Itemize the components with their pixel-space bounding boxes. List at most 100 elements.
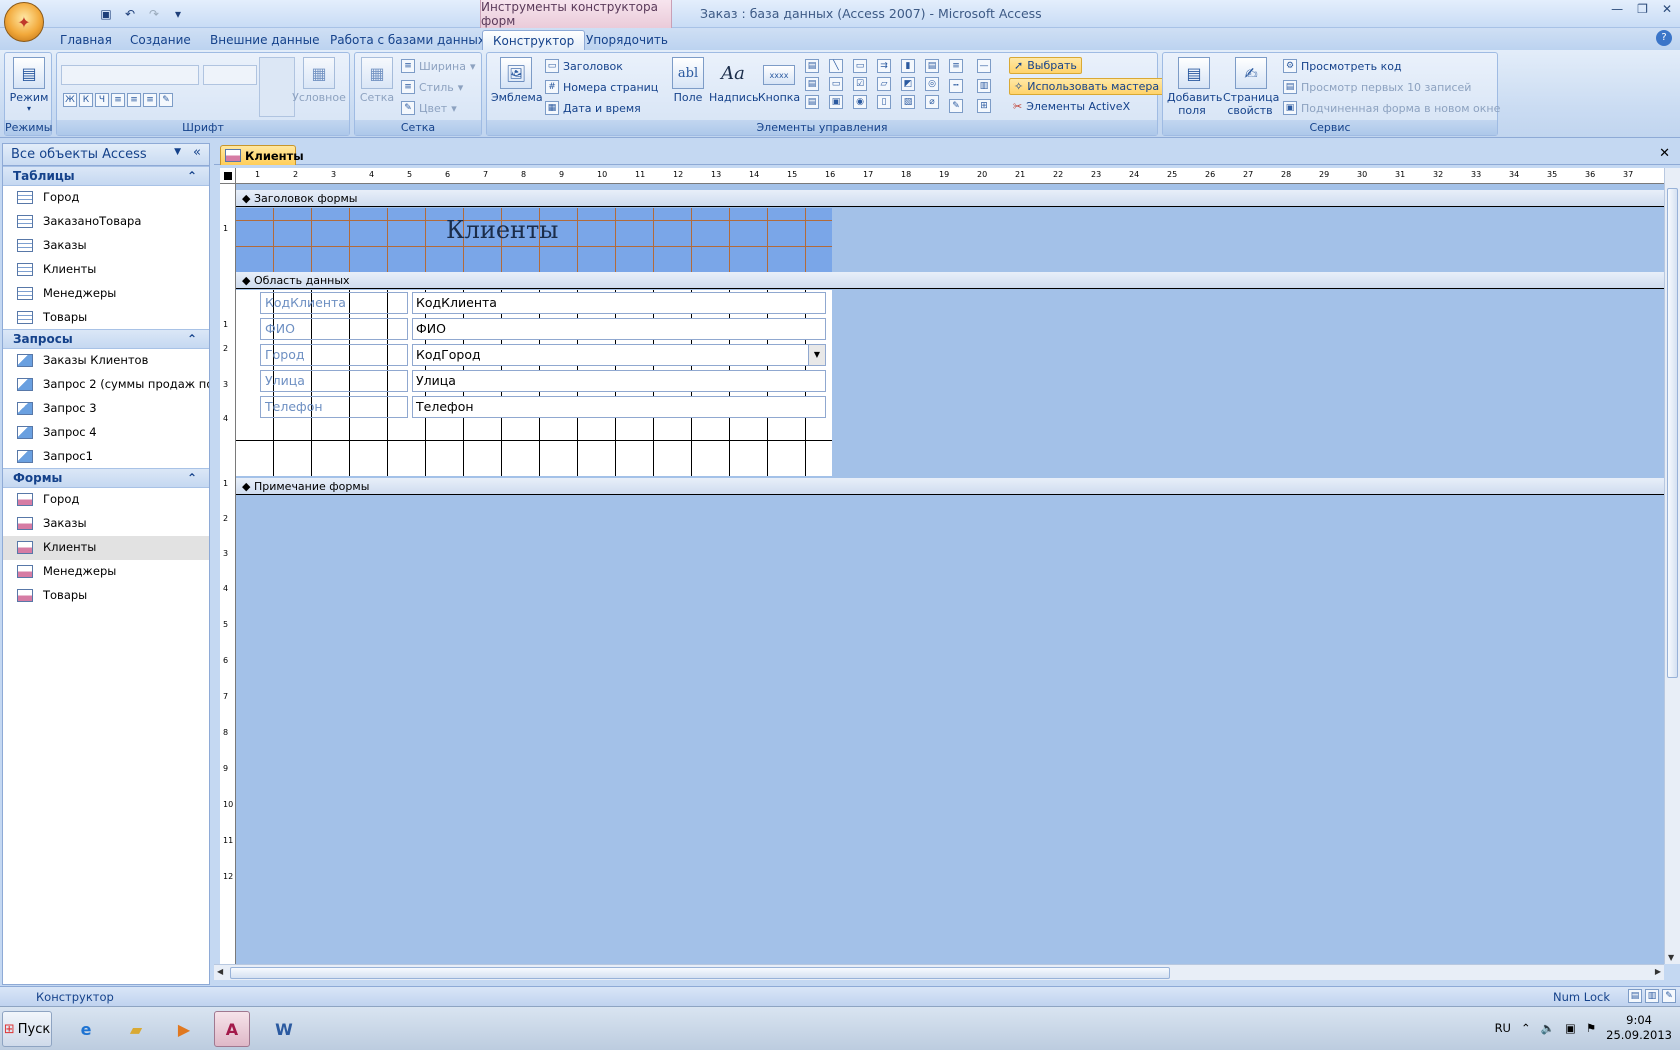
nav-group-tables[interactable]: Таблицы ⌃ (3, 166, 209, 186)
subform-icon[interactable]: ▤ (925, 59, 939, 73)
minimize-icon[interactable]: — (1611, 2, 1623, 16)
nav-item-form[interactable]: Менеджеры (3, 560, 209, 584)
tab-database-tools[interactable]: Работа с базами данных (320, 30, 495, 50)
page-break-icon[interactable]: ⇉ (877, 59, 891, 73)
section-detail[interactable]: ◆ Область данных (236, 272, 1664, 289)
field-control-ulitsa[interactable]: Улица (412, 370, 826, 392)
rectangle-icon[interactable]: ▭ (829, 77, 843, 91)
tab-create[interactable]: Создание (120, 30, 201, 50)
grid-button[interactable]: ▦ Сетка (359, 57, 395, 104)
redo-icon[interactable]: ↷ (144, 5, 164, 23)
internet-explorer-icon[interactable]: e (68, 1011, 104, 1047)
field-control-kodgorod[interactable]: КодГород ▼ (412, 344, 826, 366)
nav-item-query[interactable]: Запрос 4 (3, 421, 209, 445)
horizontal-scrollbar[interactable]: ◀ ▶ (214, 964, 1664, 980)
title-button[interactable]: ▭ Заголовок (545, 59, 623, 73)
scroll-right-icon[interactable]: ▶ (1655, 967, 1661, 976)
nav-item-table[interactable]: Товары (3, 306, 209, 330)
field-button[interactable]: abl Поле (669, 57, 707, 104)
nav-item-query[interactable]: Заказы Клиентов (3, 349, 209, 373)
nav-group-forms[interactable]: Формы ⌃ (3, 468, 209, 488)
tab-arrange[interactable]: Упорядочить (576, 30, 678, 50)
nav-item-form-selected[interactable]: Клиенты (3, 536, 209, 560)
bound-object-icon[interactable]: ▯ (877, 95, 891, 109)
nav-item-query[interactable]: Запрос 3 (3, 397, 209, 421)
command-button[interactable]: xxxx Кнопка (757, 57, 801, 104)
line-icon[interactable]: ╲ (829, 59, 843, 73)
vertical-scrollbar[interactable]: ▼ (1664, 168, 1680, 964)
chart-icon[interactable]: ▮ (901, 59, 915, 73)
special-effects-icon[interactable]: ▥ (977, 79, 991, 93)
align-center-icon[interactable]: ≡ (127, 93, 141, 107)
line-style-gallery-icon[interactable]: ┅ (949, 79, 963, 93)
unbound-object-icon[interactable]: ▱ (877, 77, 891, 91)
grid-width-button[interactable]: ≡ Ширина ▾ (401, 59, 476, 73)
insert-image-icon[interactable]: ▧ (901, 95, 915, 109)
scroll-left-icon[interactable]: ◀ (217, 967, 223, 976)
chevron-down-icon[interactable]: ▼ (174, 147, 181, 157)
line-thickness-icon[interactable]: ≡ (949, 59, 963, 73)
customize-qat-icon[interactable]: ▾ (168, 5, 188, 23)
form-selector[interactable] (220, 168, 236, 184)
nav-item-query[interactable]: Запрос 2 (суммы продаж по ... (3, 373, 209, 397)
collapse-group-icon[interactable]: ⌃ (187, 471, 197, 485)
nav-item-table[interactable]: Город (3, 186, 209, 210)
underline-icon[interactable]: Ч (95, 93, 109, 107)
subform-new-window-button[interactable]: ▣ Подчиненная форма в новом окне (1283, 101, 1500, 115)
maximize-icon[interactable]: ❐ (1637, 2, 1648, 16)
volume-icon[interactable]: 🔈 (1541, 1021, 1555, 1035)
field-label-fio[interactable]: ФИО (260, 318, 408, 340)
nav-item-table[interactable]: Менеджеры (3, 282, 209, 306)
font-size-select[interactable] (203, 65, 257, 85)
page-numbers-button[interactable]: # Номера страниц (545, 80, 658, 94)
start-button[interactable]: ⊞ Пуск (2, 1011, 52, 1047)
date-time-button[interactable]: ▦ Дата и время (545, 101, 641, 115)
view-mode-button[interactable]: ▤ Режим ▾ (9, 57, 49, 113)
image-icon[interactable]: ◩ (901, 77, 915, 91)
help-icon[interactable]: ? (1656, 30, 1672, 46)
add-fields-button[interactable]: ▤ Добавить поля (1167, 57, 1222, 117)
nav-item-table[interactable]: Заказы (3, 234, 209, 258)
form-title-label[interactable]: Клиенты (446, 216, 558, 244)
checkbox-icon[interactable]: ☑ (853, 77, 867, 91)
nav-item-table[interactable]: ЗаказаноТовара (3, 210, 209, 234)
close-document-icon[interactable]: ✕ (1659, 146, 1670, 161)
language-indicator[interactable]: RU (1495, 1021, 1511, 1035)
line-color-pick-icon[interactable]: ✎ (949, 99, 963, 113)
option-button-icon[interactable]: ◉ (853, 95, 867, 109)
file-explorer-icon[interactable]: ▰ (118, 1011, 154, 1047)
network-icon[interactable]: ▣ (1565, 1021, 1576, 1035)
form-view-icon[interactable]: ▤ (1628, 989, 1642, 1003)
activex-button[interactable]: ✂ Элементы ActiveX (1013, 100, 1130, 113)
property-sheet-button[interactable]: ✍ Страница свойств (1223, 57, 1279, 117)
office-button[interactable]: ✦ (4, 2, 44, 42)
conditional-format-button[interactable]: ▦ Условное (291, 57, 347, 104)
line-type-icon[interactable]: — (977, 59, 991, 73)
use-wizards-button[interactable]: ✧ Использовать мастера (1009, 78, 1165, 95)
select-button[interactable]: ➚ Выбрать (1009, 57, 1082, 74)
collapse-group-icon[interactable]: ⌃ (187, 332, 197, 346)
bold-icon[interactable]: Ж (63, 93, 77, 107)
attachment-icon[interactable]: ⌀ (925, 95, 939, 109)
field-label-gorod[interactable]: Город (260, 344, 408, 366)
clock[interactable]: 9:04 25.09.2013 (1606, 1013, 1672, 1043)
show-hidden-icons-icon[interactable]: ⌃ (1521, 1021, 1531, 1035)
font-name-select[interactable] (61, 65, 199, 85)
field-label-ulitsa[interactable]: Улица (260, 370, 408, 392)
collapse-pane-icon[interactable]: « (193, 145, 201, 160)
hyperlink-icon[interactable]: ◎ (925, 77, 939, 91)
vertical-scroll-thumb[interactable] (1667, 188, 1678, 678)
field-control-fio[interactable]: ФИО (412, 318, 826, 340)
save-icon[interactable]: ▣ (96, 5, 116, 23)
design-view-icon[interactable]: ✎ (1662, 989, 1676, 1003)
layout-view-icon[interactable]: ▥ (1645, 989, 1659, 1003)
tab-home[interactable]: Главная (50, 30, 122, 50)
section-form-header[interactable]: ◆ Заголовок формы (236, 190, 1664, 207)
italic-icon[interactable]: К (79, 93, 93, 107)
nav-item-query[interactable]: Запрос1 (3, 445, 209, 469)
option-group-icon[interactable]: ▭ (853, 59, 867, 73)
emblem-button[interactable]: 🖼 Эмблема (491, 57, 543, 104)
combo-box-icon[interactable]: ▤ (805, 95, 819, 109)
view-code-button[interactable]: ⚙ Просмотреть код (1283, 59, 1402, 73)
nav-pane-header[interactable]: Все объекты Access ▼ « (3, 144, 209, 166)
